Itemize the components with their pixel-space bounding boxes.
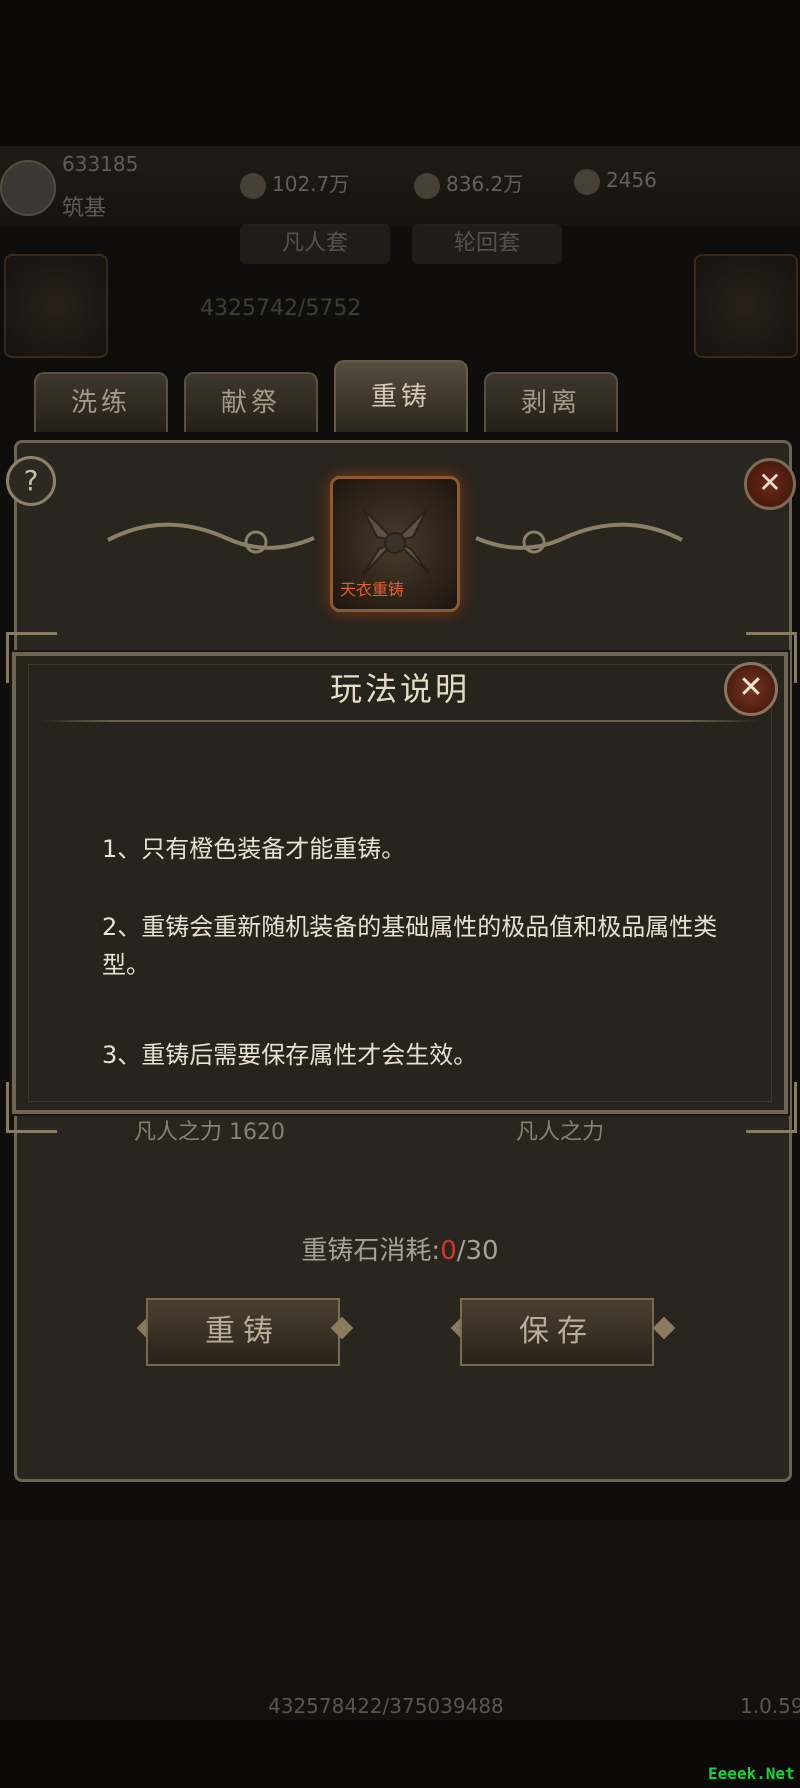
- hud-tab-mortal-set[interactable]: 凡人套: [240, 224, 390, 264]
- left-stat: 凡人之力 1620: [134, 1120, 285, 1145]
- tab-sacrifice[interactable]: 献祭: [184, 372, 318, 432]
- equipment-label: 天衣重铸: [340, 580, 405, 599]
- resource-3: 2456: [574, 168, 657, 195]
- bottom-nav-bar: [0, 1520, 800, 1720]
- reforge-cost: 重铸石消耗:0/30: [301, 1236, 499, 1266]
- gem-icon: [240, 172, 266, 199]
- corner-ornament-icon: [6, 1082, 57, 1133]
- cost-total: /30: [456, 1236, 499, 1266]
- rule-item: 1、只有橙色装备才能重铸。: [102, 835, 406, 863]
- tab-strip[interactable]: 剥离: [484, 372, 618, 432]
- watermark: Eeeek.Net: [708, 1764, 795, 1783]
- rule-item: 2、重铸会重新随机装备的基础属性的极品值和极品属性类型。: [102, 913, 718, 979]
- rule-item: 3、重铸后需要保存属性才会生效。: [102, 1041, 478, 1069]
- panel-close-button[interactable]: ✕: [744, 458, 796, 510]
- dialog-close-button[interactable]: ✕: [724, 662, 778, 716]
- reforge-button[interactable]: 重铸: [146, 1298, 340, 1366]
- ornament-right-icon: [475, 522, 683, 554]
- dialog-title: 玩法说明: [329, 670, 470, 708]
- coin-icon: [414, 172, 440, 199]
- item-slot-right[interactable]: [694, 254, 798, 358]
- ingot-icon: [574, 168, 600, 195]
- avatar[interactable]: [0, 160, 56, 216]
- item-slot-left[interactable]: [4, 254, 108, 358]
- ornament-left-icon: [107, 522, 315, 554]
- hud-stat: 4325742/5752: [200, 296, 362, 321]
- player-name: 633185: [62, 152, 139, 176]
- version-text: 1.0.59: [740, 1694, 800, 1718]
- help-button[interactable]: ?: [6, 456, 56, 506]
- hud-tab-reincarnation-set[interactable]: 轮回套: [412, 224, 562, 264]
- player-rank: 筑基: [62, 196, 107, 221]
- resource-1: 102.7万: [240, 168, 349, 199]
- title-divider: [40, 720, 760, 722]
- resource-2: 836.2万: [414, 168, 523, 199]
- tab-reforge[interactable]: 重铸: [334, 360, 468, 432]
- cost-current: 0: [440, 1236, 457, 1266]
- corner-ornament-icon: [746, 1082, 797, 1133]
- exp-progress-text: 432578422/375039488: [268, 1694, 504, 1718]
- save-button[interactable]: 保存: [460, 1298, 654, 1366]
- tab-wash[interactable]: 洗练: [34, 372, 168, 432]
- right-stat: 凡人之力: [516, 1120, 605, 1145]
